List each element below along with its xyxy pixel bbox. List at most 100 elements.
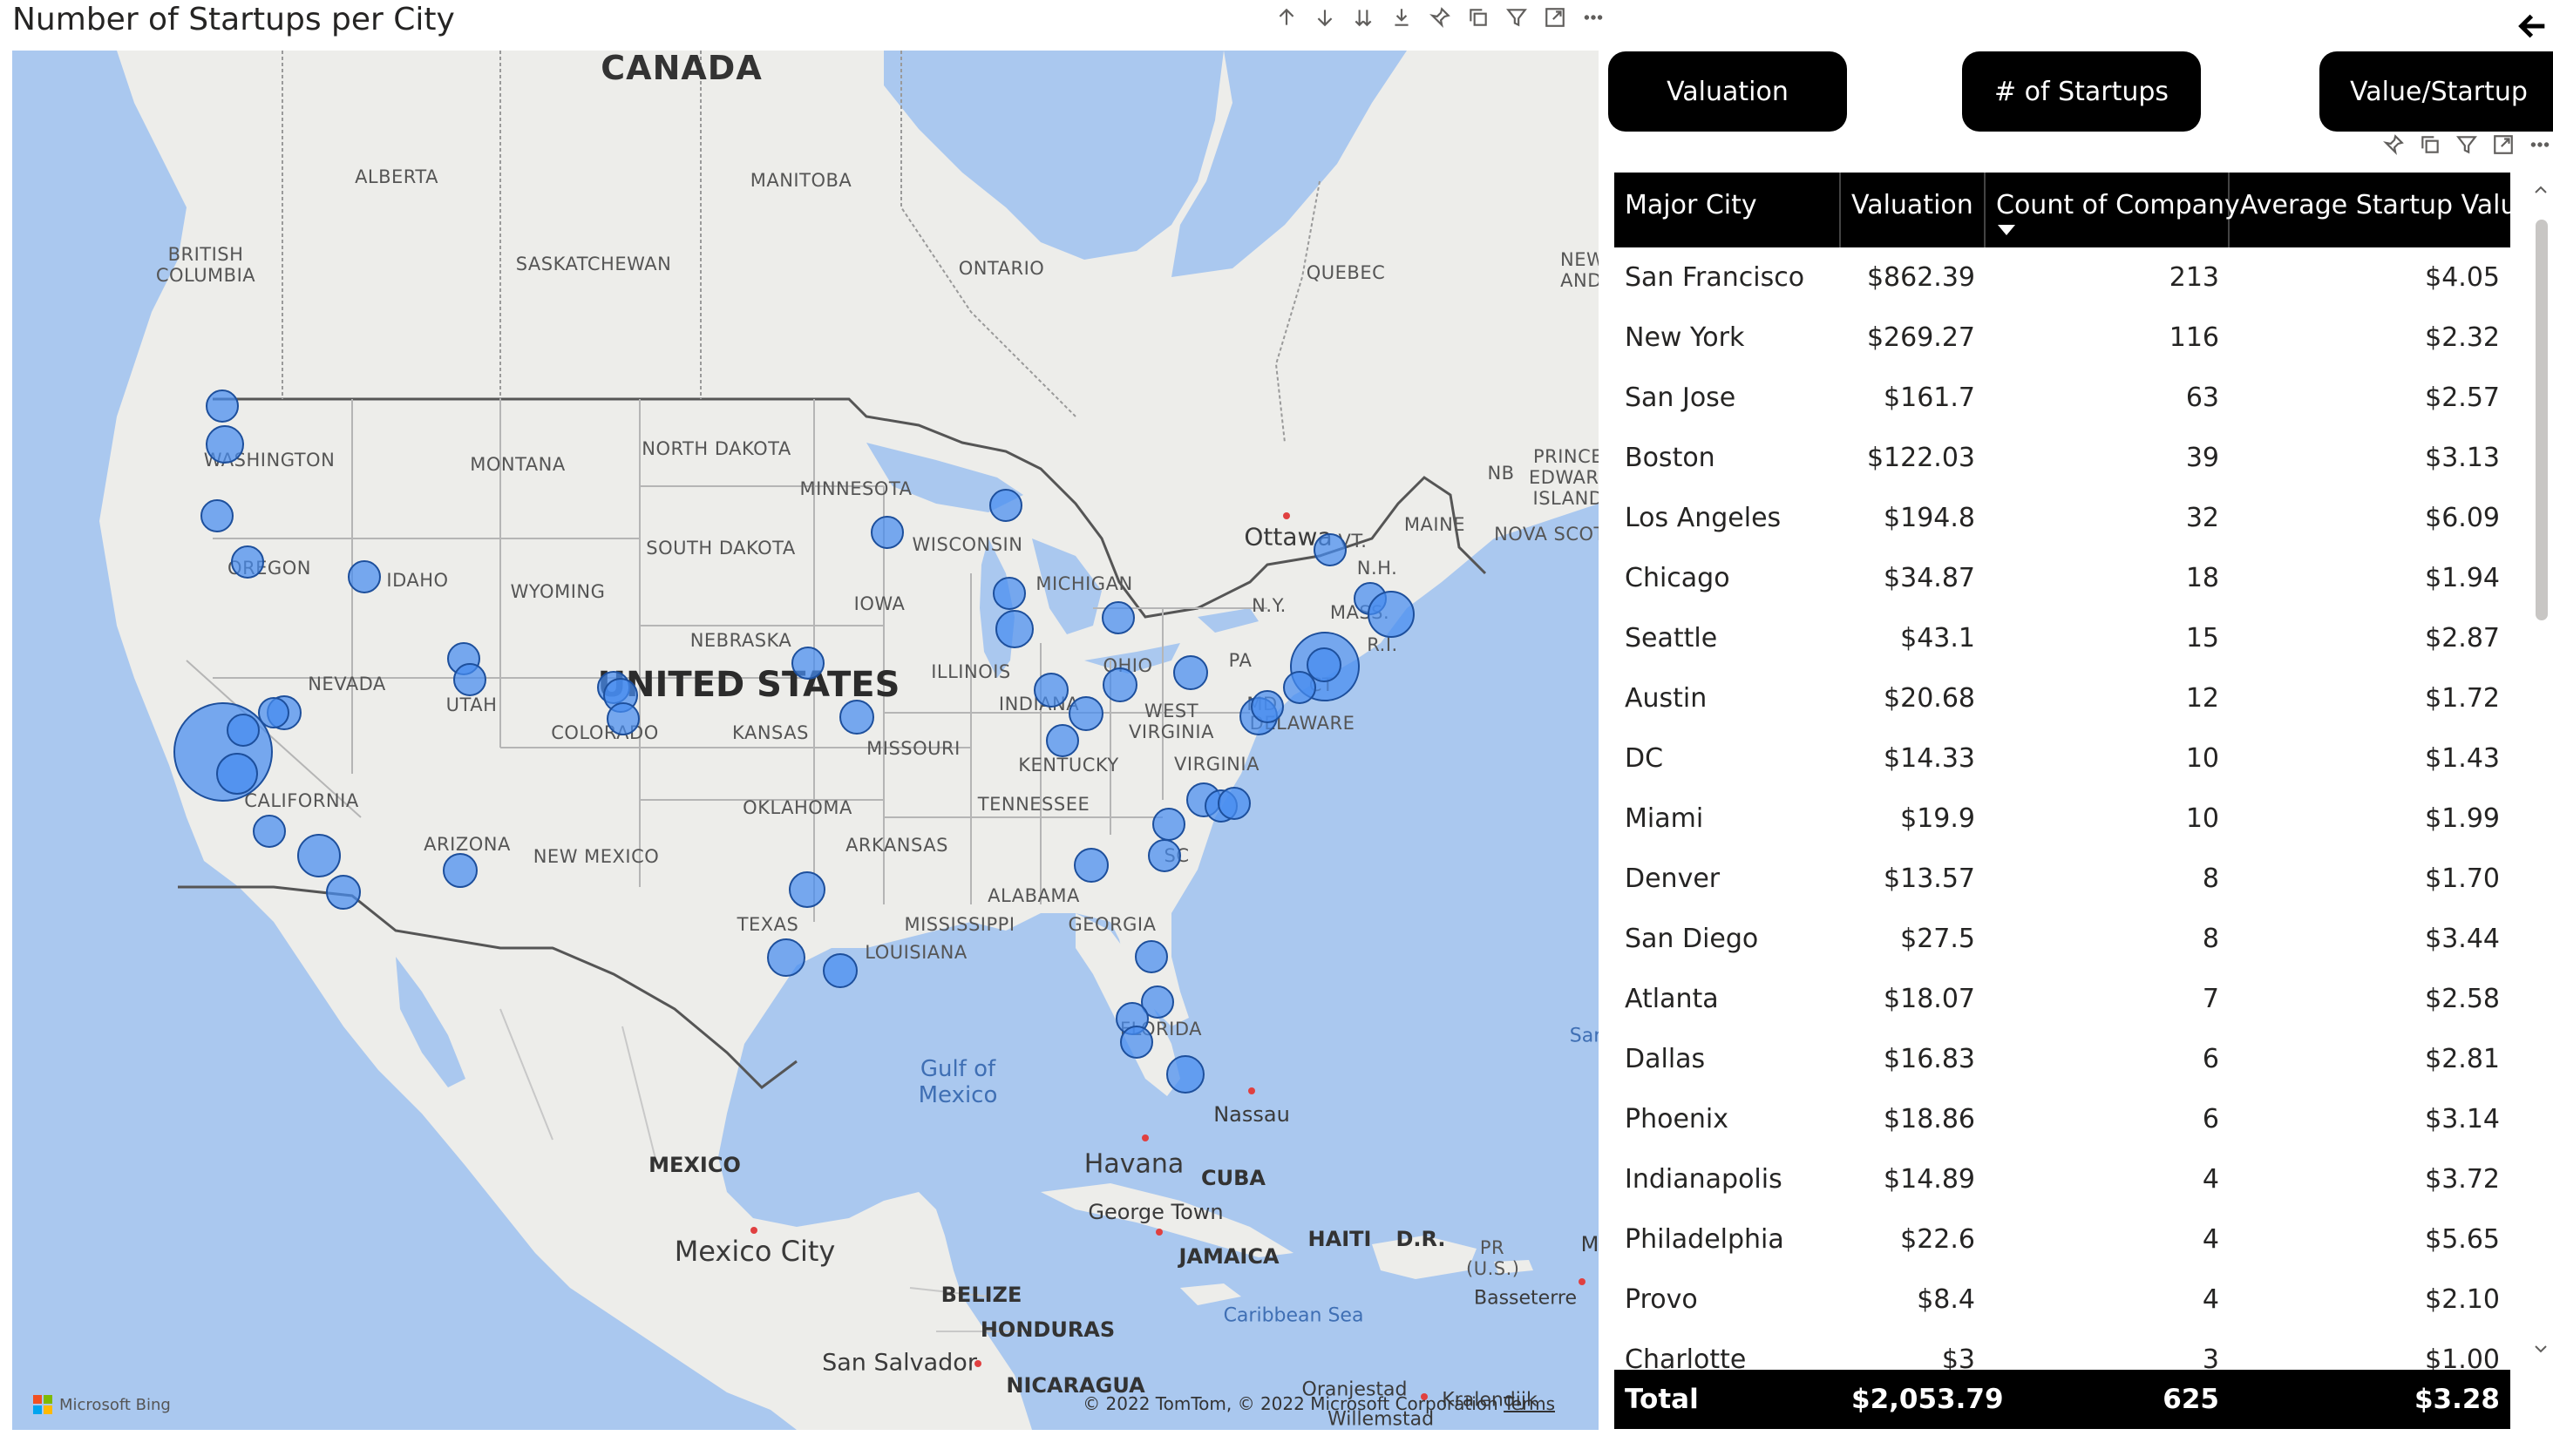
startups-count-button[interactable]: # of Startups	[1962, 51, 2201, 132]
city-bubble[interactable]	[1173, 655, 1208, 690]
pin-icon[interactable]	[1428, 5, 1452, 30]
city-bubble[interactable]	[791, 647, 825, 680]
column-header-major-city[interactable]: Major City	[1614, 173, 1841, 247]
city-bubble[interactable]	[995, 610, 1034, 648]
city-bubble[interactable]	[1152, 808, 1185, 841]
city-bubble[interactable]	[1103, 667, 1137, 702]
city-bubble[interactable]	[1166, 1055, 1205, 1094]
cell-count: 4	[2202, 1284, 2219, 1315]
copy-icon[interactable]	[1466, 5, 1490, 30]
arrow-down-icon[interactable]	[1313, 5, 1337, 30]
city-bubble[interactable]	[993, 577, 1026, 610]
label-new-mexico: NEW MEXICO	[533, 846, 660, 867]
double-arrow-down-icon[interactable]	[1351, 5, 1375, 30]
label-prince-edward-island: PRINCE EDWARD ISLAND	[1529, 446, 1599, 509]
city-bubble[interactable]	[206, 389, 239, 423]
label-nebraska: NEBRASKA	[689, 630, 792, 651]
table-row[interactable]: Phoenix $18.86 6 $3.14	[1614, 1089, 2510, 1149]
city-bubble[interactable]	[1102, 601, 1135, 634]
back-arrow-icon[interactable]	[2516, 9, 2550, 44]
table-row[interactable]: Seattle $43.1 15 $2.87	[1614, 608, 2510, 668]
valuation-button[interactable]: Valuation	[1608, 51, 1847, 132]
city-bubble[interactable]	[258, 697, 289, 728]
pin-icon[interactable]	[2381, 132, 2406, 157]
focus-mode-icon[interactable]	[1543, 5, 1567, 30]
table-row[interactable]: DC $14.33 10 $1.43	[1614, 728, 2510, 789]
column-header-valuation[interactable]: Valuation	[1841, 173, 1986, 247]
table-row[interactable]: Miami $19.9 10 $1.99	[1614, 789, 2510, 849]
arrow-up-icon[interactable]	[1274, 5, 1299, 30]
map-canvas[interactable]: CANADA UNITED STATES MEXICO CUBA BELIZE …	[12, 51, 1599, 1430]
city-bubble[interactable]	[871, 516, 904, 549]
filter-icon[interactable]	[2455, 132, 2479, 157]
city-bubble[interactable]	[1283, 671, 1316, 704]
table-row[interactable]: Philadelphia $22.6 4 $5.65	[1614, 1209, 2510, 1270]
table-scrollbar-thumb[interactable]	[2536, 220, 2548, 620]
city-bubble[interactable]	[231, 545, 264, 579]
table-row[interactable]: Austin $20.68 12 $1.72	[1614, 668, 2510, 728]
table-row[interactable]: San Jose $161.7 63 $2.57	[1614, 368, 2510, 428]
focus-mode-icon[interactable]	[2491, 132, 2516, 157]
city-bubble[interactable]	[839, 700, 874, 735]
city-bubble[interactable]	[1034, 673, 1069, 708]
city-bubble[interactable]	[253, 815, 286, 848]
city-bubble[interactable]	[206, 425, 244, 464]
label-belize: BELIZE	[940, 1283, 1022, 1307]
drill-down-icon[interactable]	[1389, 5, 1414, 30]
city-bubble[interactable]	[607, 702, 640, 735]
label-havana: Havana	[1083, 1148, 1185, 1180]
city-bubble[interactable]	[227, 714, 260, 747]
label-colorado: COLORADO	[551, 722, 659, 743]
column-header-count-of-company[interactable]: Count of Company	[1986, 173, 2240, 247]
column-header-average-startup-value[interactable]: Average Startup Value	[2230, 173, 2533, 247]
city-bubble[interactable]	[1135, 940, 1168, 973]
city-bubble[interactable]	[1314, 533, 1347, 566]
label-illinois: ILLINOIS	[931, 661, 1011, 682]
cell-count: 8	[2202, 924, 2219, 954]
table-row[interactable]: Boston $122.03 39 $3.13	[1614, 428, 2510, 488]
label-new-brunswick: NB	[1487, 463, 1515, 484]
copy-icon[interactable]	[2418, 132, 2442, 157]
city-bubble[interactable]	[1218, 787, 1251, 820]
city-bubble[interactable]	[453, 663, 486, 696]
label-iowa: IOWA	[853, 593, 906, 614]
table-row[interactable]: Indianapolis $14.89 4 $3.72	[1614, 1149, 2510, 1209]
table-row[interactable]: San Diego $27.5 8 $3.44	[1614, 909, 2510, 969]
city-bubble[interactable]	[767, 938, 805, 977]
table-row[interactable]: Atlanta $18.07 7 $2.58	[1614, 969, 2510, 1029]
more-options-icon[interactable]	[1581, 5, 1606, 30]
cell-count: 4	[2202, 1224, 2219, 1255]
city-bubble[interactable]	[1251, 690, 1284, 723]
city-bubble[interactable]	[989, 489, 1022, 522]
city-bubble[interactable]	[1148, 839, 1181, 872]
city-bubble[interactable]	[200, 499, 234, 532]
city-bubble[interactable]	[1069, 696, 1103, 731]
cell-city: San Francisco	[1625, 262, 1805, 293]
table-row[interactable]: Denver $13.57 8 $1.70	[1614, 849, 2510, 909]
city-bubble[interactable]	[1074, 848, 1109, 883]
city-bubble[interactable]	[348, 560, 381, 593]
cell-city: Indianapolis	[1625, 1164, 1782, 1195]
city-bubble[interactable]	[297, 834, 341, 877]
city-bubble[interactable]	[1046, 724, 1079, 757]
table-row[interactable]: Provo $8.4 4 $2.10	[1614, 1270, 2510, 1330]
table-row[interactable]: Los Angeles $194.8 32 $6.09	[1614, 488, 2510, 548]
filter-icon[interactable]	[1504, 5, 1529, 30]
city-bubble[interactable]	[1368, 591, 1415, 638]
city-bubble[interactable]	[326, 875, 361, 910]
more-options-icon[interactable]	[2528, 132, 2552, 157]
value-per-startup-button[interactable]: Value/Startup	[2319, 51, 2553, 132]
terms-link[interactable]: Terms	[1504, 1393, 1555, 1414]
table-row[interactable]: Chicago $34.87 18 $1.94	[1614, 548, 2510, 608]
table-row[interactable]: Dallas $16.83 6 $2.81	[1614, 1029, 2510, 1089]
city-bubble[interactable]	[216, 753, 258, 795]
cell-valuation: $269.27	[1866, 322, 1975, 353]
city-bubble[interactable]	[789, 871, 825, 908]
city-bubble[interactable]	[443, 853, 478, 888]
bing-label: Microsoft Bing	[59, 1395, 171, 1414]
city-bubble[interactable]	[823, 953, 858, 988]
city-bubble[interactable]	[1120, 1026, 1153, 1059]
table-row[interactable]: San Francisco $862.39 213 $4.05	[1614, 247, 2510, 308]
table-row[interactable]: New York $269.27 116 $2.32	[1614, 308, 2510, 368]
cell-city: Los Angeles	[1625, 503, 1782, 533]
